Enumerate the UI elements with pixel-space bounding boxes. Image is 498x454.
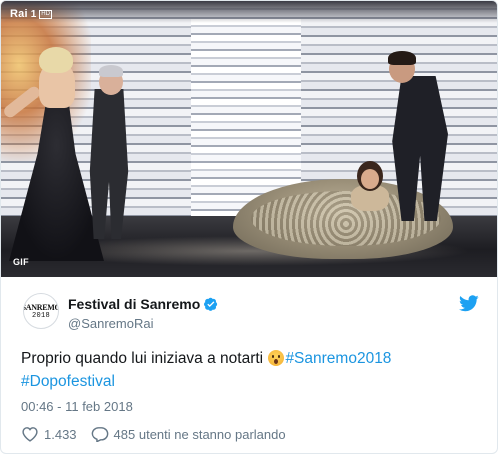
hashtag-dopofestival[interactable]: #Dopofestival (21, 373, 115, 390)
conversation-label: 485 utenti ne stanno parlando (113, 426, 286, 442)
avatar-logo-line2: 2018 (31, 311, 50, 320)
fallen-woman-face (361, 169, 379, 189)
rai1-hd-logo: Rai 1 HD (10, 7, 52, 21)
account-display-name[interactable]: Festival di Sanremo (68, 296, 218, 312)
display-name-text: Festival di Sanremo (68, 296, 201, 312)
tweet-timestamp[interactable]: 00:46 - 11 feb 2018 (21, 399, 133, 414)
hashtag-sanremo2018[interactable]: #Sanremo2018 (285, 350, 391, 367)
rai-logo-word: Rai (10, 8, 28, 20)
tweet-gif-media[interactable]: Rai 1 HD GIF (1, 1, 497, 277)
like-count: 1.433 (44, 426, 77, 442)
rai-logo-hd: HD (39, 9, 52, 19)
tweet-text: Proprio quando lui iniziava a notarti #S… (21, 347, 481, 393)
verified-badge-icon (204, 297, 218, 311)
account-handle[interactable]: @SanremoRai (68, 316, 153, 331)
twitter-bird-icon[interactable] (459, 295, 479, 312)
host-hair (99, 65, 123, 77)
reply-bubble-icon (91, 427, 108, 442)
man-in-tuxedo-hair (388, 51, 416, 65)
conversation-action[interactable]: 485 utenti ne stanno parlando (91, 426, 286, 442)
hushed-face-emoji-icon (268, 350, 285, 366)
tweet-text-body: Proprio quando lui iniziava a notarti (21, 350, 268, 367)
gif-badge: GIF (13, 257, 29, 267)
tweet-header: SANREMO 2018 Festival di Sanremo @Sanrem… (1, 277, 497, 341)
presenter-hair (39, 47, 73, 73)
heart-icon (22, 427, 38, 442)
embedded-tweet-card: Rai 1 HD GIF SANREMO 2018 Festival di Sa… (0, 0, 498, 454)
avatar-logo-line1: SANREMO (23, 302, 59, 312)
like-action[interactable]: 1.433 (21, 426, 77, 442)
avatar[interactable]: SANREMO 2018 (23, 293, 59, 329)
rai-logo-number: 1 (30, 8, 37, 20)
tweet-actions: 1.433 485 utenti ne stanno parlando (21, 425, 286, 443)
